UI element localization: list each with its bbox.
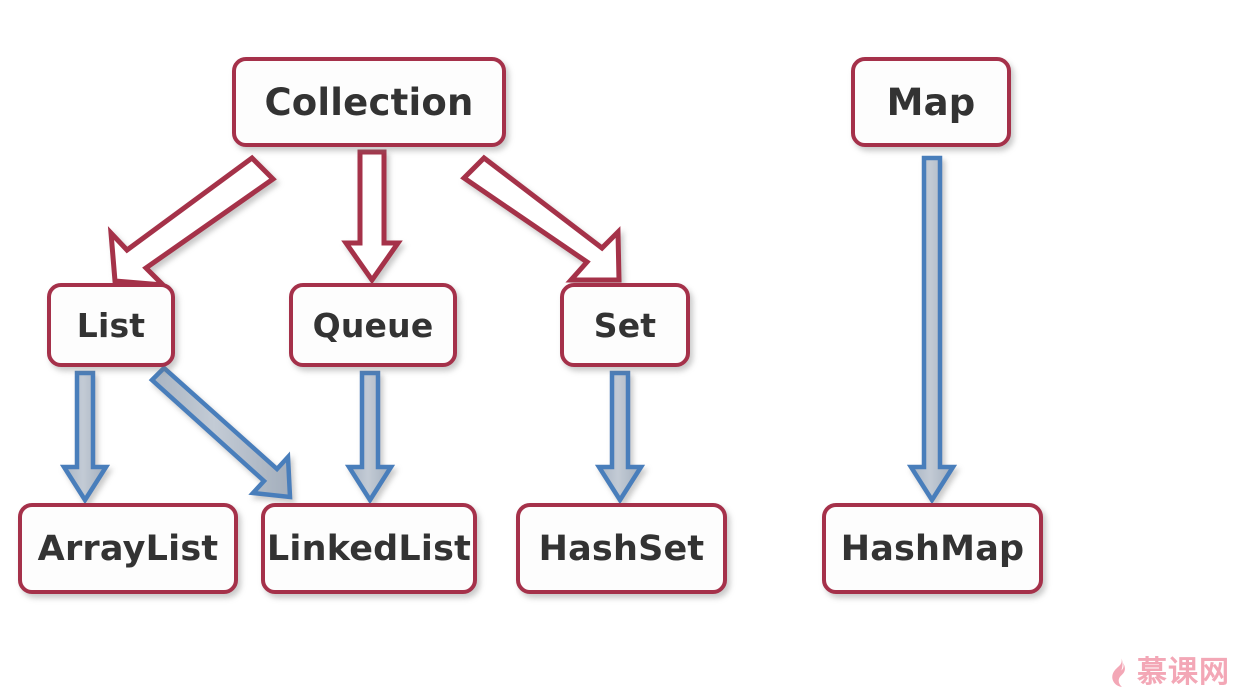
node-hashset[interactable]: HashSet <box>516 503 727 594</box>
edge-map-hashmap <box>906 155 958 505</box>
node-label: ArrayList <box>37 528 219 569</box>
flame-icon <box>1112 658 1125 687</box>
node-map[interactable]: Map <box>851 57 1011 147</box>
edge-collection-queue <box>341 149 403 285</box>
node-label: Queue <box>312 305 434 345</box>
node-label: Set <box>593 305 657 345</box>
edge-list-arraylist <box>59 370 111 505</box>
node-label: HashMap <box>840 528 1025 569</box>
edge-collection-set <box>460 154 622 283</box>
node-queue[interactable]: Queue <box>289 283 457 367</box>
edge-list-linkedlist <box>148 364 293 500</box>
edge-queue-linkedlist <box>344 370 396 505</box>
node-label: Collection <box>264 80 474 124</box>
watermark-text: 慕课网 <box>1137 655 1230 690</box>
edge-set-hashset <box>594 370 646 505</box>
node-collection[interactable]: Collection <box>232 57 506 147</box>
node-label: HashSet <box>538 528 705 569</box>
diagram-canvas: Collection Map List Queue Set ArrayList … <box>0 0 1240 698</box>
node-arraylist[interactable]: ArrayList <box>18 503 238 594</box>
node-hashmap[interactable]: HashMap <box>822 503 1043 594</box>
node-set[interactable]: Set <box>560 283 690 367</box>
node-label: LinkedList <box>266 528 472 569</box>
node-label: List <box>76 305 146 345</box>
node-label: Map <box>886 80 976 124</box>
node-list[interactable]: List <box>47 283 175 367</box>
node-linkedlist[interactable]: LinkedList <box>261 503 477 594</box>
watermark: 慕课网 <box>1109 658 1230 688</box>
edge-collection-list <box>107 154 277 289</box>
